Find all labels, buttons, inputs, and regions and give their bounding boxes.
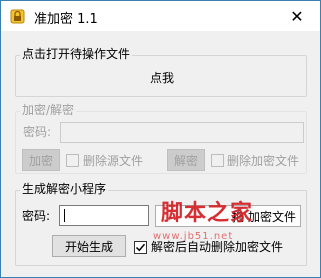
encrypt-password-label: 密码: <box>23 125 52 139</box>
encrypt-button[interactable]: 加密 <box>22 149 60 171</box>
click-me-link[interactable]: 点我 <box>150 69 174 86</box>
drop-button-label-part-2: 加密文件 <box>247 209 296 224</box>
drop-button-label-part-1: 拖 <box>231 209 244 224</box>
encrypt-decrypt-group-label: 加密/解密 <box>20 102 77 118</box>
auto-delete-checkbox[interactable] <box>134 241 147 254</box>
checkmark-icon <box>135 243 146 252</box>
lock-app-icon <box>10 9 25 24</box>
auto-delete-label: 解密后自动删除加密文件 <box>151 240 284 254</box>
generate-group-label: 生成解密小程序 <box>20 181 109 197</box>
open-file-group-label: 点击打开待操作文件 <box>20 46 133 62</box>
text-caret <box>64 209 65 222</box>
drop-encrypted-file-button[interactable]: 拖 加密文件 <box>155 205 301 227</box>
title-bar[interactable]: 准加密 1.1 ✕ <box>1 1 320 31</box>
window-title: 准加密 1.1 <box>34 12 98 27</box>
open-file-group: 点击打开待操作文件 点我 <box>15 46 307 97</box>
delete-encrypted-label: 删除加密文件 <box>227 154 300 168</box>
encrypt-password-field[interactable] <box>60 122 304 143</box>
delete-source-checkbox[interactable] <box>66 154 79 167</box>
generate-password-field[interactable] <box>59 205 149 226</box>
app-window: 准加密 1.1 ✕ 点击打开待操作文件 点我 加密/解密 密码: 加密 删除源文… <box>0 0 321 278</box>
generate-password-label: 密码: <box>22 209 51 223</box>
delete-source-label: 删除源文件 <box>83 154 144 168</box>
decrypt-button[interactable]: 解密 <box>167 149 205 171</box>
start-generate-button[interactable]: 开始生成 <box>52 235 126 257</box>
close-button[interactable]: ✕ <box>274 1 320 31</box>
delete-encrypted-checkbox[interactable] <box>211 154 224 167</box>
close-icon: ✕ <box>290 6 304 26</box>
